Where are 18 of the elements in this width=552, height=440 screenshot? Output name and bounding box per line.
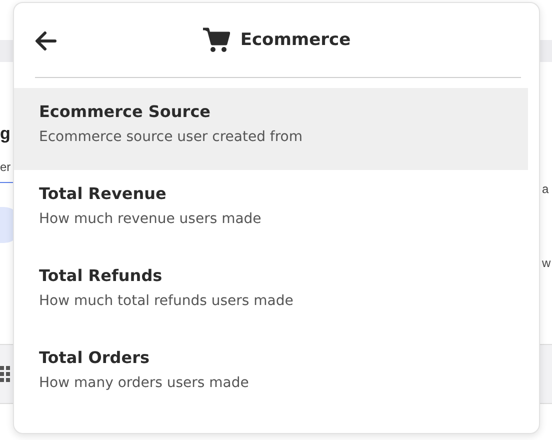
item-title: Total Revenue [39, 184, 166, 203]
item-description: How much total refunds users made [39, 293, 294, 309]
item-title: Total Refunds [39, 266, 162, 285]
item-description: How much revenue users made [39, 211, 262, 227]
menu-item[interactable]: Ecommerce Source Ecommerce source user created from [14, 88, 528, 170]
back-arrow-icon[interactable] [35, 31, 57, 51]
menu-title: Ecommerce [240, 30, 351, 50]
page-heading: g [0, 124, 12, 144]
item-title: Total Orders [39, 348, 150, 367]
item-description: How many orders users made [39, 375, 249, 391]
menu-item[interactable]: Total Refunds How much total refunds users made [14, 252, 528, 334]
field-text: a [542, 182, 549, 196]
field-text: w [542, 256, 551, 270]
cart-icon [202, 27, 230, 53]
grid-icon[interactable] [0, 366, 10, 382]
item-title: Ecommerce Source [39, 102, 211, 121]
item-description: Ecommerce source user created from [39, 129, 302, 145]
menu-item[interactable]: Total Orders How many orders users made [14, 334, 528, 416]
